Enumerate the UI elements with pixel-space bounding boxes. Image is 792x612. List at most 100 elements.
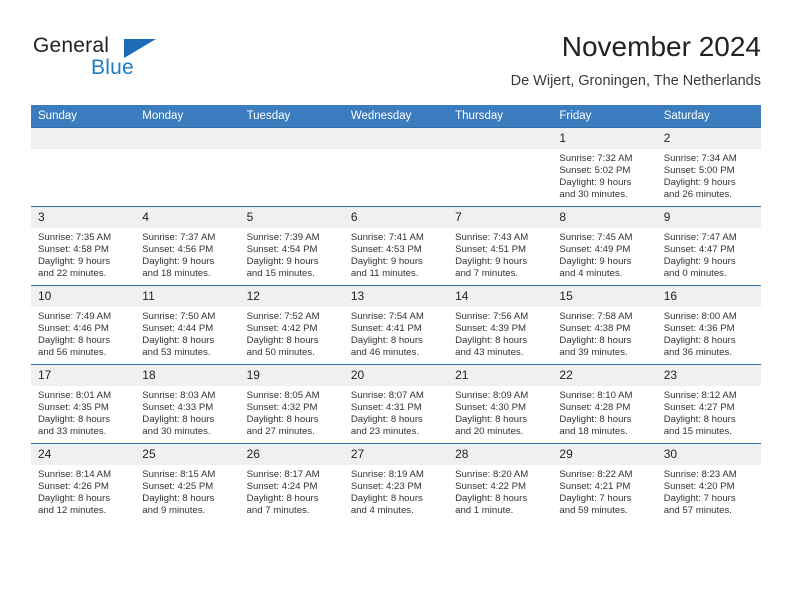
day-number: 28 [448, 444, 553, 465]
daylight-text-line1: Daylight: 8 hours [38, 414, 110, 426]
day-details: Sunrise: 7:56 AM Sunset: 4:39 PM Dayligh… [448, 307, 552, 359]
weekday-header-sunday: Sunday [31, 105, 136, 128]
day-details: Sunrise: 7:32 AM Sunset: 5:02 PM Dayligh… [552, 149, 656, 201]
sunset-text: Sunset: 4:53 PM [350, 244, 422, 256]
day-cell[interactable]: 5 Sunrise: 7:39 AM Sunset: 4:54 PM Dayli… [239, 206, 344, 286]
daylight-text-line1: Daylight: 8 hours [350, 493, 423, 505]
sunrise-text: Sunrise: 7:41 AM [350, 232, 424, 243]
day-details: Sunrise: 8:14 AM Sunset: 4:26 PM Dayligh… [31, 465, 135, 517]
day-details: Sunrise: 8:17 AM Sunset: 4:24 PM Dayligh… [240, 465, 344, 517]
daylight-text-line1: Daylight: 8 hours [455, 414, 528, 426]
day-cell[interactable]: 3 Sunrise: 7:35 AM Sunset: 4:58 PM Dayli… [31, 206, 136, 286]
day-cell[interactable]: 1 Sunrise: 7:32 AM Sunset: 5:02 PM Dayli… [552, 127, 657, 207]
day-number [448, 128, 553, 149]
day-cell[interactable]: 22 Sunrise: 8:10 AM Sunset: 4:28 PM Dayl… [552, 364, 657, 444]
day-cell[interactable]: 25 Sunrise: 8:15 AM Sunset: 4:25 PM Dayl… [135, 443, 240, 522]
day-details: Sunrise: 7:41 AM Sunset: 4:53 PM Dayligh… [344, 228, 448, 280]
day-cell[interactable] [31, 127, 136, 207]
sunrise-text: Sunrise: 7:34 AM [663, 153, 737, 164]
sunrise-text: Sunrise: 8:05 AM [246, 390, 320, 401]
day-cell[interactable]: 23 Sunrise: 8:12 AM Sunset: 4:27 PM Dayl… [656, 364, 761, 444]
sunrise-text: Sunrise: 8:15 AM [142, 469, 216, 480]
day-cell[interactable]: 27 Sunrise: 8:19 AM Sunset: 4:23 PM Dayl… [343, 443, 449, 522]
day-number [31, 128, 136, 149]
day-cell[interactable]: 16 Sunrise: 8:00 AM Sunset: 4:36 PM Dayl… [656, 285, 761, 365]
sunrise-text: Sunrise: 8:10 AM [559, 390, 633, 401]
weekday-header-friday: Friday [552, 105, 657, 128]
daylight-text-line2: and 43 minutes. [455, 347, 524, 359]
day-details: Sunrise: 8:15 AM Sunset: 4:25 PM Dayligh… [135, 465, 239, 517]
day-details: Sunrise: 8:07 AM Sunset: 4:31 PM Dayligh… [344, 386, 448, 438]
day-number: 17 [31, 365, 136, 386]
sunset-text: Sunset: 4:35 PM [38, 402, 109, 414]
daylight-text-line1: Daylight: 9 hours [559, 256, 632, 268]
daylight-text-line1: Daylight: 8 hours [455, 335, 528, 347]
day-cell[interactable]: 28 Sunrise: 8:20 AM Sunset: 4:22 PM Dayl… [448, 443, 553, 522]
day-details: Sunrise: 7:47 AM Sunset: 4:47 PM Dayligh… [657, 228, 761, 280]
sunset-text: Sunset: 4:25 PM [142, 481, 214, 493]
sunrise-text: Sunrise: 7:35 AM [38, 232, 112, 243]
day-cell[interactable]: 26 Sunrise: 8:17 AM Sunset: 4:24 PM Dayl… [239, 443, 344, 522]
sunrise-text: Sunrise: 8:17 AM [246, 469, 320, 480]
day-cell[interactable]: 29 Sunrise: 8:22 AM Sunset: 4:21 PM Dayl… [552, 443, 657, 522]
sunrise-text: Sunrise: 7:45 AM [559, 232, 633, 243]
daylight-text-line2: and 53 minutes. [142, 347, 211, 359]
daylight-text-line2: and 0 minutes. [663, 268, 727, 280]
day-cell[interactable]: 6 Sunrise: 7:41 AM Sunset: 4:53 PM Dayli… [343, 206, 449, 286]
day-number [343, 128, 449, 149]
sunset-text: Sunset: 4:51 PM [455, 244, 527, 256]
day-cell[interactable] [448, 127, 553, 207]
day-number: 26 [239, 444, 344, 465]
day-cell[interactable]: 10 Sunrise: 7:49 AM Sunset: 4:46 PM Dayl… [31, 285, 136, 365]
daylight-text-line2: and 57 minutes. [663, 505, 732, 517]
day-cell[interactable]: 24 Sunrise: 8:14 AM Sunset: 4:26 PM Dayl… [31, 443, 136, 522]
week-row: 3 Sunrise: 7:35 AM Sunset: 4:58 PM Dayli… [31, 206, 761, 286]
day-cell[interactable]: 14 Sunrise: 7:56 AM Sunset: 4:39 PM Dayl… [448, 285, 553, 365]
day-cell[interactable]: 11 Sunrise: 7:50 AM Sunset: 4:44 PM Dayl… [135, 285, 240, 365]
day-details: Sunrise: 7:39 AM Sunset: 4:54 PM Dayligh… [240, 228, 344, 280]
day-cell[interactable]: 7 Sunrise: 7:43 AM Sunset: 4:51 PM Dayli… [448, 206, 553, 286]
sunset-text: Sunset: 4:24 PM [246, 481, 318, 493]
daylight-text-line2: and 22 minutes. [38, 268, 107, 280]
day-cell[interactable]: 9 Sunrise: 7:47 AM Sunset: 4:47 PM Dayli… [656, 206, 761, 286]
day-number: 24 [31, 444, 136, 465]
day-number: 1 [552, 128, 657, 149]
day-cell[interactable]: 30 Sunrise: 8:23 AM Sunset: 4:20 PM Dayl… [656, 443, 761, 522]
daylight-text-line2: and 30 minutes. [142, 426, 211, 438]
day-number: 4 [135, 207, 240, 228]
daylight-text-line2: and 39 minutes. [559, 347, 628, 359]
sunset-text: Sunset: 4:33 PM [142, 402, 214, 414]
day-cell[interactable]: 12 Sunrise: 7:52 AM Sunset: 4:42 PM Dayl… [239, 285, 344, 365]
sunrise-text: Sunrise: 7:52 AM [246, 311, 320, 322]
week-row: 1 Sunrise: 7:32 AM Sunset: 5:02 PM Dayli… [31, 127, 761, 207]
daylight-text-line2: and 9 minutes. [142, 505, 206, 517]
day-details: Sunrise: 8:22 AM Sunset: 4:21 PM Dayligh… [552, 465, 656, 517]
calendar-header-row: Sunday Monday Tuesday Wednesday Thursday… [31, 105, 761, 128]
day-cell[interactable]: 20 Sunrise: 8:07 AM Sunset: 4:31 PM Dayl… [343, 364, 449, 444]
day-cell[interactable] [343, 127, 449, 207]
sunrise-text: Sunrise: 7:39 AM [246, 232, 320, 243]
day-cell[interactable]: 15 Sunrise: 7:58 AM Sunset: 4:38 PM Dayl… [552, 285, 657, 365]
daylight-text-line1: Daylight: 8 hours [663, 335, 736, 347]
day-cell[interactable]: 17 Sunrise: 8:01 AM Sunset: 4:35 PM Dayl… [31, 364, 136, 444]
sunset-text: Sunset: 5:02 PM [559, 165, 631, 177]
sunset-text: Sunset: 4:27 PM [663, 402, 735, 414]
day-cell[interactable]: 8 Sunrise: 7:45 AM Sunset: 4:49 PM Dayli… [552, 206, 657, 286]
day-cell[interactable]: 19 Sunrise: 8:05 AM Sunset: 4:32 PM Dayl… [239, 364, 344, 444]
day-cell[interactable]: 4 Sunrise: 7:37 AM Sunset: 4:56 PM Dayli… [135, 206, 240, 286]
daylight-text-line2: and 15 minutes. [246, 268, 315, 280]
logo-general-blue[interactable]: General Blue [31, 30, 261, 92]
day-cell[interactable] [135, 127, 240, 207]
day-cell[interactable]: 21 Sunrise: 8:09 AM Sunset: 4:30 PM Dayl… [448, 364, 553, 444]
day-number: 11 [135, 286, 240, 307]
weekday-header-tuesday: Tuesday [239, 105, 344, 128]
day-cell[interactable]: 18 Sunrise: 8:03 AM Sunset: 4:33 PM Dayl… [135, 364, 240, 444]
day-cell[interactable] [239, 127, 344, 207]
calendar-page: General Blue November 2024 De Wijert, Gr… [0, 0, 792, 612]
daylight-text-line2: and 7 minutes. [455, 268, 519, 280]
day-number: 16 [656, 286, 761, 307]
sunrise-text: Sunrise: 7:37 AM [142, 232, 216, 243]
day-cell[interactable]: 2 Sunrise: 7:34 AM Sunset: 5:00 PM Dayli… [656, 127, 761, 207]
daylight-text-line1: Daylight: 9 hours [455, 256, 528, 268]
day-cell[interactable]: 13 Sunrise: 7:54 AM Sunset: 4:41 PM Dayl… [343, 285, 449, 365]
